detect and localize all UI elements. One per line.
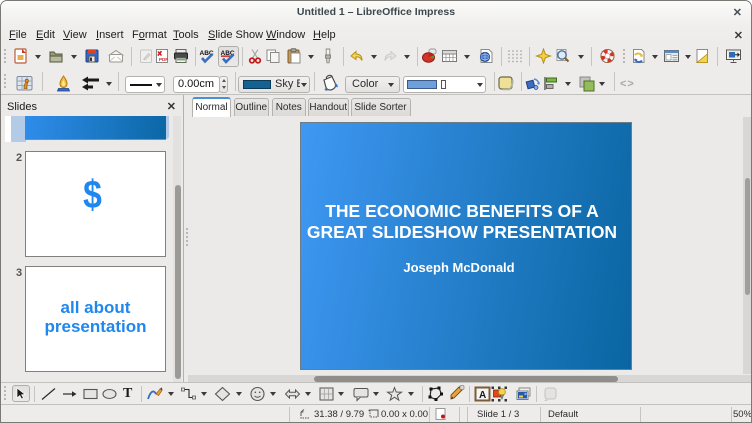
svg-text:A: A	[479, 390, 486, 401]
svg-text:PDF: PDF	[159, 57, 168, 62]
